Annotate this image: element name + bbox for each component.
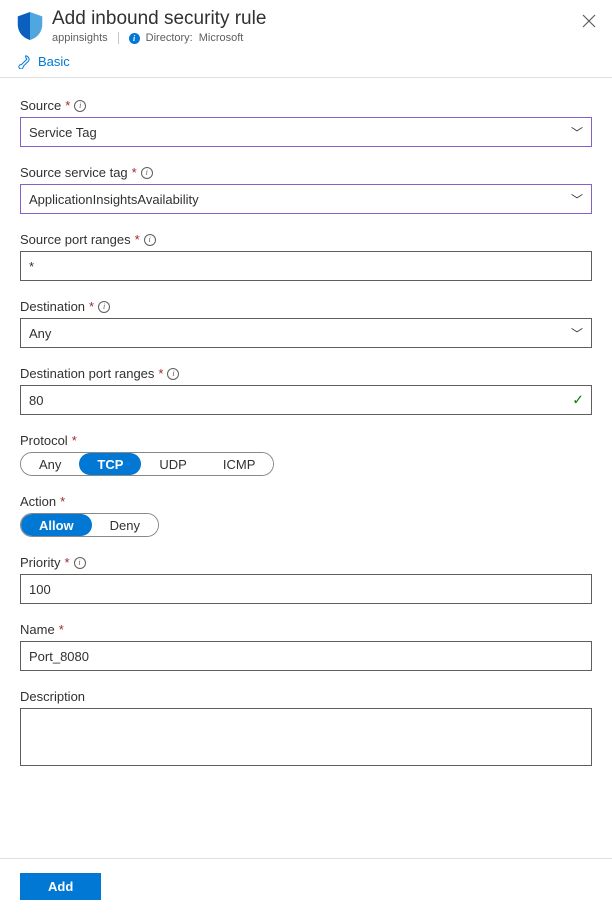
destination-select[interactable]: Any ﹀ xyxy=(20,318,592,348)
required-marker: * xyxy=(135,232,140,247)
description-label: Description xyxy=(20,689,85,704)
destination-value: Any xyxy=(29,326,51,341)
chevron-down-icon: ﹀ xyxy=(571,191,583,208)
panel-header: Add inbound security rule appinsights i … xyxy=(0,0,612,44)
wrench-icon xyxy=(16,55,30,69)
resource-name: appinsights xyxy=(52,32,108,44)
required-marker: * xyxy=(65,98,70,113)
priority-input[interactable] xyxy=(20,574,592,604)
name-input[interactable] xyxy=(20,641,592,671)
required-marker: * xyxy=(72,433,77,448)
page-title: Add inbound security rule xyxy=(52,8,266,30)
action-label: Action xyxy=(20,494,56,509)
required-marker: * xyxy=(89,299,94,314)
action-group: Allow Deny xyxy=(20,513,159,537)
source-tag-select[interactable]: ApplicationInsightsAvailability ﹀ xyxy=(20,184,592,214)
help-icon[interactable]: i xyxy=(98,301,110,313)
protocol-option-udp[interactable]: UDP xyxy=(141,453,204,475)
action-option-allow[interactable]: Allow xyxy=(21,514,92,536)
required-marker: * xyxy=(132,165,137,180)
divider xyxy=(0,77,612,78)
description-input[interactable] xyxy=(20,708,592,766)
chevron-down-icon: ﹀ xyxy=(571,325,583,342)
source-tag-value: ApplicationInsightsAvailability xyxy=(29,192,199,207)
shield-icon xyxy=(16,10,44,42)
help-icon[interactable]: i xyxy=(74,100,86,112)
dest-ports-input[interactable] xyxy=(20,385,592,415)
chevron-down-icon: ﹀ xyxy=(571,124,583,141)
action-option-deny[interactable]: Deny xyxy=(92,514,158,536)
help-icon[interactable]: i xyxy=(144,234,156,246)
source-select[interactable]: Service Tag ﹀ xyxy=(20,117,592,147)
check-icon: ✓ xyxy=(572,392,584,409)
footer: Add xyxy=(0,858,612,914)
directory-label: Directory: xyxy=(146,32,193,44)
info-icon: i xyxy=(129,33,140,44)
help-icon[interactable]: i xyxy=(167,368,179,380)
name-label: Name xyxy=(20,622,55,637)
protocol-option-tcp[interactable]: TCP xyxy=(79,453,141,475)
destination-label: Destination xyxy=(20,299,85,314)
close-icon xyxy=(582,14,596,28)
priority-label: Priority xyxy=(20,555,60,570)
directory-value: Microsoft xyxy=(199,32,244,44)
protocol-label: Protocol xyxy=(20,433,68,448)
required-marker: * xyxy=(60,494,65,509)
basic-toggle[interactable]: Basic xyxy=(0,44,612,77)
source-ports-input[interactable] xyxy=(20,251,592,281)
basic-label: Basic xyxy=(38,54,70,69)
close-button[interactable] xyxy=(578,8,600,37)
help-icon[interactable]: i xyxy=(74,557,86,569)
source-value: Service Tag xyxy=(29,125,97,140)
source-ports-label: Source port ranges xyxy=(20,232,131,247)
required-marker: * xyxy=(59,622,64,637)
required-marker: * xyxy=(64,555,69,570)
add-button[interactable]: Add xyxy=(20,873,101,900)
protocol-group: Any TCP UDP ICMP xyxy=(20,452,274,476)
source-label: Source xyxy=(20,98,61,113)
divider xyxy=(118,32,119,44)
protocol-option-any[interactable]: Any xyxy=(21,453,79,475)
protocol-option-icmp[interactable]: ICMP xyxy=(205,453,274,475)
required-marker: * xyxy=(158,366,163,381)
form: Source * i Service Tag ﹀ Source service … xyxy=(0,98,612,769)
help-icon[interactable]: i xyxy=(141,167,153,179)
dest-ports-label: Destination port ranges xyxy=(20,366,154,381)
source-tag-label: Source service tag xyxy=(20,165,128,180)
